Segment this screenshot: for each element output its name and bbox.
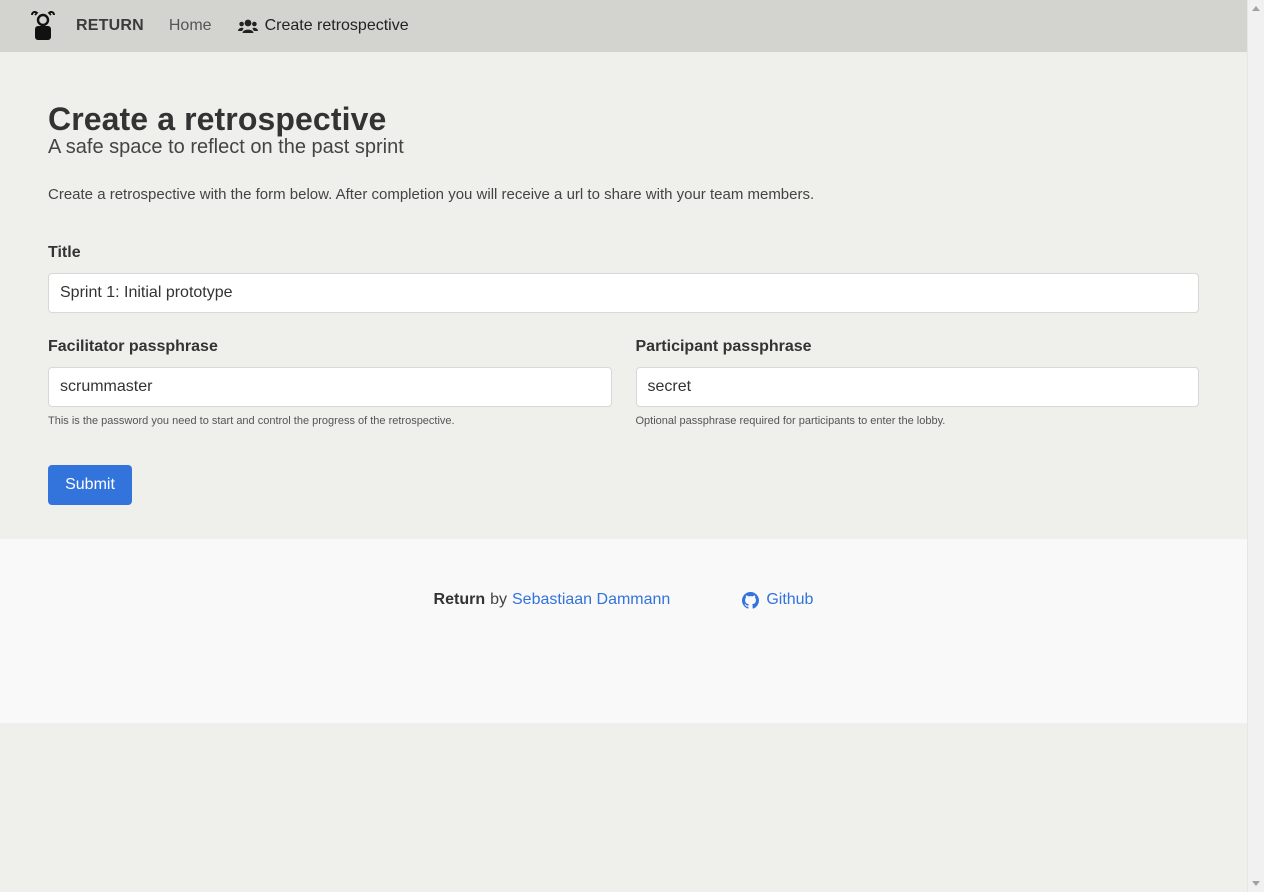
users-icon <box>237 19 258 33</box>
scroll-up-arrow-icon[interactable] <box>1252 6 1260 11</box>
return-logo-icon <box>31 11 55 40</box>
page-subtitle: A safe space to reflect on the past spri… <box>48 136 404 158</box>
nav-home-label: Home <box>168 17 212 34</box>
participant-passphrase-input[interactable] <box>635 367 1199 407</box>
facilitator-passphrase-label: Facilitator passphrase <box>48 338 218 355</box>
participant-help-text: Optional passphrase required for partici… <box>635 415 946 427</box>
facilitator-help-text: This is the password you need to start a… <box>48 415 455 427</box>
participant-passphrase-label: Participant passphrase <box>635 338 812 355</box>
page: RETURN Home Create retrospective Create … <box>0 0 1247 892</box>
nav-home[interactable]: Home <box>169 17 212 35</box>
create-retrospective-form: Title Facilitator passphrase This is the… <box>48 243 1199 505</box>
title-input[interactable] <box>48 273 1199 313</box>
nav-create-label: Create retrospective <box>264 17 409 34</box>
brand-link[interactable]: RETURN <box>30 11 144 41</box>
scroll-down-arrow-icon[interactable] <box>1252 881 1260 886</box>
github-label: Github <box>766 591 814 608</box>
page-title: Create a retrospective <box>48 101 387 137</box>
facilitator-passphrase-input[interactable] <box>48 367 612 407</box>
submit-button[interactable]: Submit <box>48 465 132 505</box>
top-navbar: RETURN Home Create retrospective <box>0 0 1247 52</box>
footer-by: by <box>490 591 507 608</box>
facilitator-column: Facilitator passphrase This is the passw… <box>48 337 612 428</box>
footer-app-name: Return <box>433 591 486 608</box>
github-link[interactable]: Github <box>742 591 813 609</box>
footer-content: Return by Sebastiaan Dammann Github <box>433 590 813 610</box>
brand-name: RETURN <box>76 17 144 34</box>
author-link[interactable]: Sebastiaan Dammann <box>512 591 670 609</box>
title-label: Title <box>48 244 81 261</box>
main-content: Create a retrospective A safe space to r… <box>0 52 1247 539</box>
vertical-scrollbar[interactable] <box>1247 0 1264 892</box>
nav-create-retrospective[interactable]: Create retrospective <box>237 17 409 35</box>
passphrase-row: Facilitator passphrase This is the passw… <box>48 337 1199 428</box>
intro-text: Create a retrospective with the form bel… <box>48 186 815 203</box>
participant-column: Participant passphrase Optional passphra… <box>635 337 1199 428</box>
footer: Return by Sebastiaan Dammann Github <box>0 539 1247 723</box>
github-icon <box>742 591 760 609</box>
browser-viewport: RETURN Home Create retrospective Create … <box>0 0 1264 892</box>
